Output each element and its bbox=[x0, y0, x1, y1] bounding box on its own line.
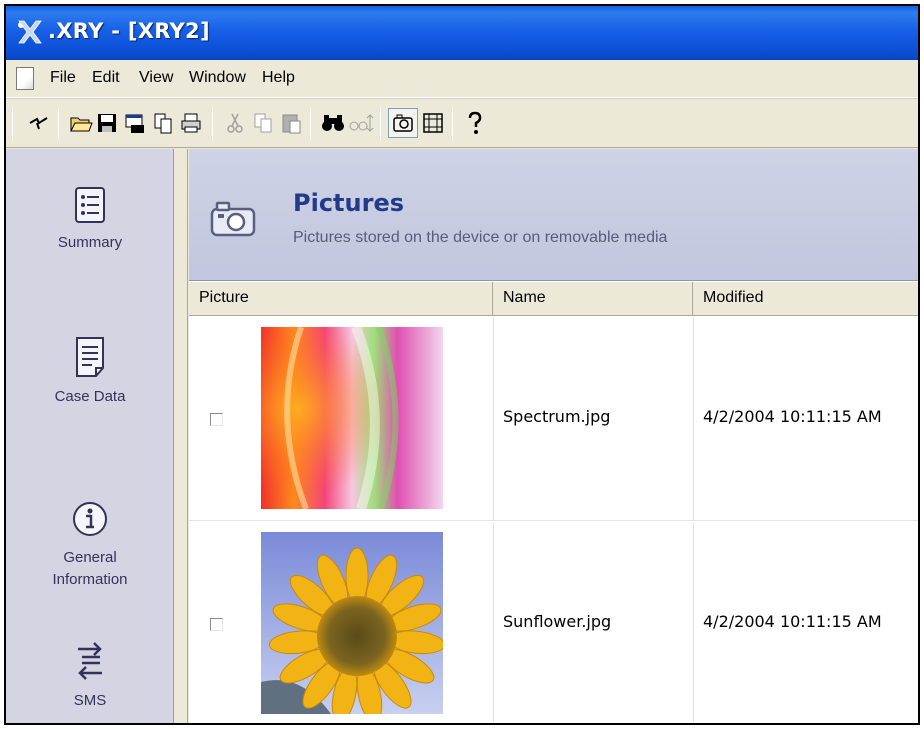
xry-logo-icon bbox=[18, 20, 42, 44]
row-checkbox[interactable] bbox=[210, 413, 223, 426]
cut-icon[interactable] bbox=[220, 108, 250, 138]
find-icon[interactable] bbox=[318, 108, 348, 138]
copy-icon[interactable] bbox=[248, 108, 278, 138]
paste-icon[interactable] bbox=[276, 108, 306, 138]
modified-date: 4/2/2004 10:11:15 AM bbox=[703, 407, 882, 426]
menu-bar: File Edit View Window Help bbox=[6, 60, 918, 98]
sidebar-item-label: SMS bbox=[73, 692, 107, 709]
help-icon[interactable] bbox=[460, 108, 490, 138]
menu-file[interactable]: File bbox=[50, 69, 76, 87]
export-icon[interactable] bbox=[120, 108, 150, 138]
splitter[interactable] bbox=[175, 149, 188, 723]
info-icon bbox=[73, 502, 107, 536]
toolbar-separator bbox=[452, 109, 453, 139]
print-icon[interactable] bbox=[176, 108, 206, 138]
case-data-icon bbox=[76, 337, 104, 377]
cell-divider bbox=[493, 522, 494, 723]
sidebar-item-sms[interactable]: SMS bbox=[6, 639, 174, 711]
row-checkbox[interactable] bbox=[210, 618, 223, 631]
page-title: Pictures bbox=[293, 189, 404, 217]
toolbar bbox=[6, 98, 918, 148]
file-name: Spectrum.jpg bbox=[503, 407, 611, 426]
sidebar-item-label: General Information bbox=[52, 549, 128, 588]
app-window: .XRY - [XRY2] File Edit View Window Help bbox=[4, 4, 920, 725]
copy-case-icon[interactable] bbox=[148, 108, 178, 138]
cell-divider bbox=[693, 522, 694, 723]
main-panel: Pictures Pictures stored on the device o… bbox=[189, 149, 918, 723]
document-icon[interactable] bbox=[16, 67, 34, 90]
table-row[interactable]: Spectrum.jpg 4/2/2004 10:11:15 AM bbox=[189, 317, 918, 521]
table-row[interactable]: Sunflower.jpg 4/2/2004 10:11:15 AM bbox=[189, 522, 918, 723]
spectrum-thumbnail[interactable] bbox=[261, 327, 443, 509]
toolbar-separator bbox=[58, 109, 59, 139]
menu-window[interactable]: Window bbox=[189, 69, 246, 87]
column-header-name[interactable]: Name bbox=[493, 282, 693, 316]
column-header-picture[interactable]: Picture bbox=[189, 282, 493, 316]
connect-icon[interactable] bbox=[24, 108, 54, 138]
summary-icon bbox=[75, 187, 105, 223]
sidebar-item-label: Case Data bbox=[54, 388, 126, 405]
page-subtitle: Pictures stored on the device or on remo… bbox=[293, 229, 668, 246]
film-view-icon[interactable] bbox=[418, 108, 448, 138]
section-header: Pictures Pictures stored on the device o… bbox=[189, 149, 918, 281]
menu-view[interactable]: View bbox=[139, 69, 173, 87]
toolbar-separator bbox=[212, 109, 213, 139]
menu-edit[interactable]: Edit bbox=[92, 69, 120, 87]
window-title: .XRY - [XRY2] bbox=[48, 19, 210, 43]
find-next-icon[interactable] bbox=[346, 108, 376, 138]
toolbar-separator bbox=[310, 109, 311, 139]
cell-divider bbox=[493, 317, 494, 521]
sidebar-item-case-data[interactable]: Case Data bbox=[6, 335, 174, 407]
sidebar-item-label: Summary bbox=[57, 234, 123, 251]
column-header-modified[interactable]: Modified bbox=[693, 282, 918, 316]
modified-date: 4/2/2004 10:11:15 AM bbox=[703, 612, 882, 631]
toolbar-separator bbox=[380, 109, 381, 139]
camera-icon bbox=[210, 201, 256, 237]
spectrum-image bbox=[261, 327, 443, 509]
cell-divider bbox=[693, 317, 694, 521]
title-bar[interactable]: .XRY - [XRY2] bbox=[6, 6, 918, 60]
toolbar-separator bbox=[12, 109, 13, 139]
sms-icon bbox=[78, 642, 102, 680]
sunflower-image bbox=[261, 532, 443, 714]
sidebar-item-general-information[interactable]: General Information bbox=[6, 499, 174, 591]
picture-view-icon[interactable] bbox=[388, 108, 418, 138]
sidebar: Summary Case Data General Information SM… bbox=[6, 149, 174, 723]
sunflower-thumbnail[interactable] bbox=[261, 532, 443, 714]
file-name: Sunflower.jpg bbox=[503, 612, 612, 631]
menu-help[interactable]: Help bbox=[262, 69, 295, 87]
sidebar-item-summary[interactable]: Summary bbox=[6, 185, 174, 253]
save-icon[interactable] bbox=[92, 108, 122, 138]
